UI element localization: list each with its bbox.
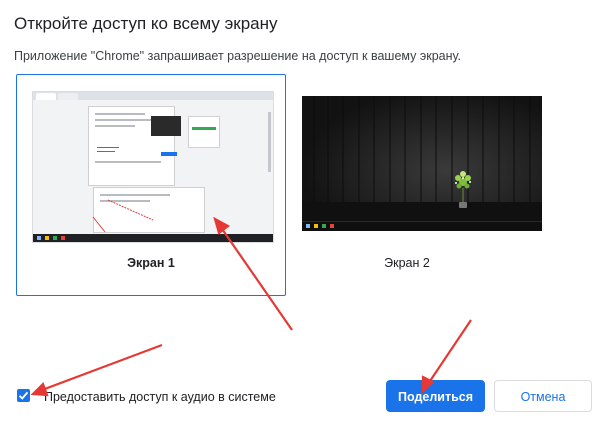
screen-2-thumbnail (302, 96, 542, 231)
audio-share-checkbox[interactable] (17, 389, 30, 402)
dialog-title: Откройте доступ ко всему экрану (14, 14, 278, 33)
screen-option-2[interactable]: Экран 2 (302, 96, 552, 276)
check-icon (18, 391, 29, 400)
mini-taskbar (302, 221, 542, 231)
cancel-button[interactable]: Отмена (494, 380, 592, 412)
screen-1-thumbnail (32, 91, 274, 243)
screen-option-1[interactable]: Экран 1 (16, 74, 286, 296)
dialog-subtitle: Приложение "Chrome" запрашивает разрешен… (14, 49, 461, 63)
mini-task-icon (306, 224, 310, 228)
screen-2-label: Экран 2 (384, 256, 430, 270)
share-button[interactable]: Поделиться (386, 380, 485, 412)
mini-task-icon (322, 224, 326, 228)
mini-red-arrows (92, 199, 154, 233)
screen-share-dialog: Откройте доступ ко всему экрану Приложен… (0, 0, 607, 429)
mini-task-icon (314, 224, 318, 228)
audio-share-label: Предоставить доступ к аудио в системе (44, 390, 276, 404)
screen-picker: Экран 1 Экран 2 (16, 74, 592, 296)
screen-1-label: Экран 1 (127, 256, 175, 270)
mini-task-icon (330, 224, 334, 228)
wood-wallpaper (302, 96, 542, 231)
